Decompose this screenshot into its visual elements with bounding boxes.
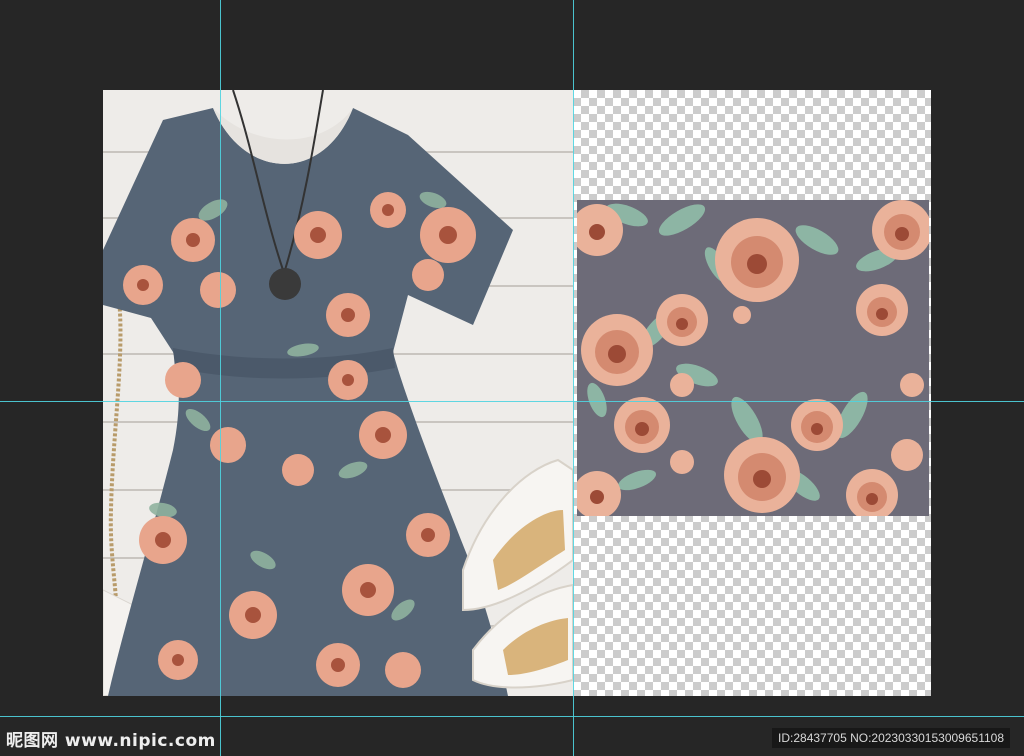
dress-photo xyxy=(103,90,573,696)
vertical-guide-right[interactable] xyxy=(573,0,574,756)
horizontal-guide-middle[interactable] xyxy=(0,401,1024,402)
floral-pattern-layer[interactable] xyxy=(577,200,929,516)
site-watermark: 昵图网 www.nipic.com xyxy=(6,731,216,751)
vertical-guide-left[interactable] xyxy=(220,0,221,756)
photoshop-workspace: 昵图网 www.nipic.com ID:28437705 NO:2023033… xyxy=(0,0,1024,756)
floral-pattern xyxy=(577,200,929,516)
transparent-pattern-canvas[interactable] xyxy=(573,90,931,696)
horizontal-guide-bottom[interactable] xyxy=(0,716,1024,717)
image-id-watermark: ID:28437705 NO:20230330153009651108 xyxy=(772,728,1010,748)
dress-photo-canvas[interactable] xyxy=(103,90,573,696)
